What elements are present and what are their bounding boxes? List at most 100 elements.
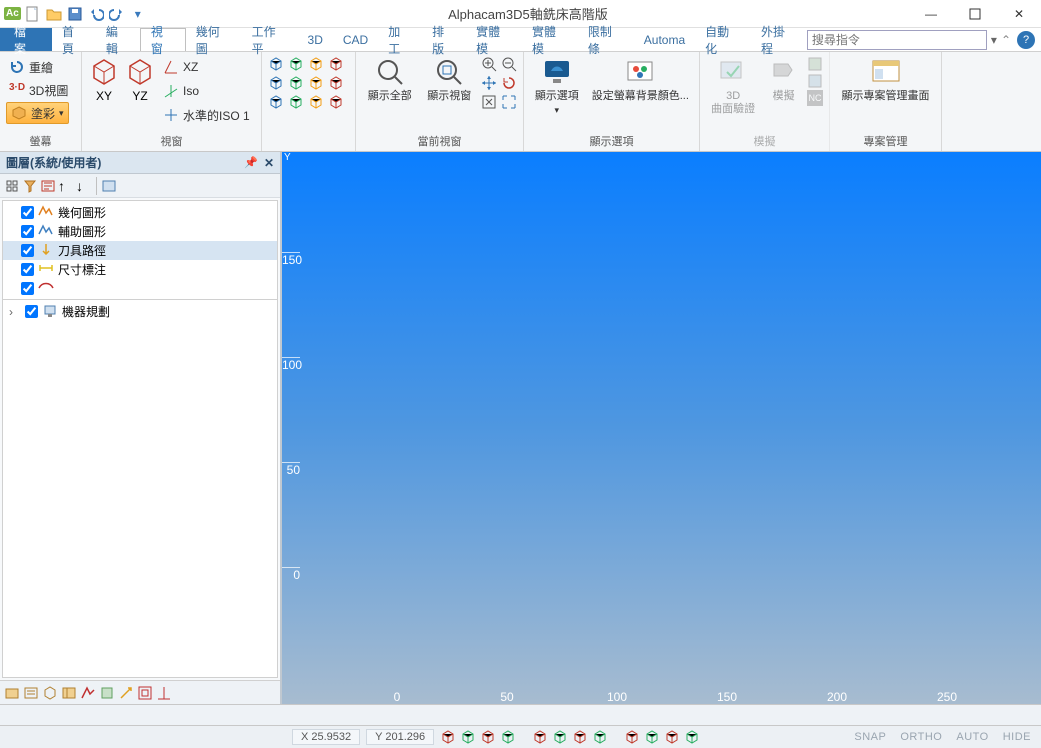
tab-solid1[interactable]: 實體模	[466, 28, 522, 51]
open-folder-icon[interactable]	[45, 5, 63, 23]
level-iso-button[interactable]: 水準的ISO 1	[160, 104, 253, 126]
expand-icon[interactable]: ⌃	[1001, 33, 1011, 47]
sb-cube-6[interactable]	[552, 729, 568, 745]
redraw-button[interactable]: 重繪	[6, 56, 56, 78]
cube-icon-5[interactable]	[268, 75, 284, 91]
cube-icon-10[interactable]	[288, 94, 304, 110]
tree-item-toolpath[interactable]: 刀具路徑	[3, 241, 277, 260]
tree-item-dimension[interactable]: 尺寸標注	[3, 260, 277, 279]
tab-geometry[interactable]: 幾何圖	[186, 28, 242, 51]
sb-cube-12[interactable]	[684, 729, 700, 745]
pan-icon[interactable]	[481, 75, 497, 91]
pin-icon[interactable]: 📌	[244, 156, 258, 169]
zoom-out-icon[interactable]	[501, 56, 517, 72]
tab-home[interactable]: 首頁	[52, 28, 96, 51]
tab-file[interactable]: 檔案	[0, 28, 52, 51]
tab-solid2[interactable]: 實體模	[522, 28, 578, 51]
arrow-up-icon[interactable]: ↑	[58, 178, 74, 194]
show-window-button[interactable]: 顯示視窗	[422, 56, 478, 103]
sim-opt1-icon[interactable]	[807, 56, 823, 72]
tree-item-more[interactable]	[3, 279, 277, 297]
tree-item-construction[interactable]: 輔助圖形	[3, 222, 277, 241]
tab-cad[interactable]: CAD	[333, 28, 378, 51]
search-dropdown-icon[interactable]: ▾	[991, 33, 997, 47]
simulate-button[interactable]: 模擬	[764, 56, 803, 103]
cube-icon-4[interactable]	[328, 56, 344, 72]
layer-checkbox[interactable]	[21, 282, 34, 295]
cube-icon-2[interactable]	[288, 56, 304, 72]
expand-icon[interactable]: ›	[9, 305, 21, 319]
cube-icon-6[interactable]	[288, 75, 304, 91]
cube-icon-9[interactable]	[268, 94, 284, 110]
pb-icon-3[interactable]	[42, 685, 58, 701]
cube-icon-1[interactable]	[268, 56, 284, 72]
show-all-button[interactable]: 顯示全部	[362, 56, 418, 103]
bg-color-button[interactable]: 設定螢幕背景顏色...	[588, 56, 693, 103]
tab-machining[interactable]: 加工	[378, 28, 422, 51]
sb-cube-2[interactable]	[460, 729, 476, 745]
tab-edit[interactable]: 編輯	[96, 28, 140, 51]
sb-cube-7[interactable]	[572, 729, 588, 745]
undo-icon[interactable]	[87, 5, 105, 23]
tb-icon-2[interactable]	[22, 178, 38, 194]
tree-item-geometry[interactable]: 幾何圖形	[3, 203, 277, 222]
layer-checkbox[interactable]	[21, 206, 34, 219]
pb-icon-7[interactable]	[118, 685, 134, 701]
layer-checkbox[interactable]	[25, 305, 38, 318]
status-snap[interactable]: SNAP	[850, 731, 890, 743]
panel-close-icon[interactable]: ✕	[264, 156, 274, 170]
qat-customize-icon[interactable]: ▾	[129, 5, 147, 23]
layer-checkbox[interactable]	[21, 244, 34, 257]
tab-nesting[interactable]: 排版	[422, 28, 466, 51]
project-manager-button[interactable]: 顯示專案管理畫面	[836, 56, 935, 103]
layer-checkbox[interactable]	[21, 263, 34, 276]
maximize-button[interactable]	[953, 0, 997, 28]
tab-addins[interactable]: 外掛程	[751, 28, 807, 51]
sim-opt2-icon[interactable]	[807, 73, 823, 89]
display-options-button[interactable]: 顯示選項 ▾	[530, 56, 584, 116]
pb-icon-8[interactable]	[137, 685, 153, 701]
pb-icon-9[interactable]	[156, 685, 172, 701]
tb-icon-3[interactable]	[40, 178, 56, 194]
help-icon[interactable]: ?	[1017, 31, 1035, 49]
arrow-down-icon[interactable]: ↓	[76, 178, 92, 194]
iso-button[interactable]: Iso	[160, 80, 253, 102]
status-ortho[interactable]: ORTHO	[896, 731, 946, 743]
pb-icon-1[interactable]	[4, 685, 20, 701]
tb-icon-4[interactable]	[101, 178, 117, 194]
status-auto[interactable]: AUTO	[952, 731, 992, 743]
surface-verify-button[interactable]: 3D 曲面驗證	[706, 56, 760, 116]
close-button[interactable]: ✕	[997, 0, 1041, 28]
xz-button[interactable]: XZ	[160, 56, 253, 78]
tab-constraint[interactable]: 限制條	[578, 28, 634, 51]
tab-view[interactable]: 視窗	[140, 28, 186, 51]
layer-tree[interactable]: 幾何圖形 輔助圖形 刀具路徑 尺寸標注	[2, 200, 278, 678]
pb-icon-6[interactable]	[99, 685, 115, 701]
extent-icon[interactable]	[501, 94, 517, 110]
search-input[interactable]	[807, 30, 987, 50]
sim-opt3-icon[interactable]: NC	[807, 90, 823, 106]
tab-3d[interactable]: 3D	[298, 28, 333, 51]
pb-icon-4[interactable]	[61, 685, 77, 701]
cube-icon-12[interactable]	[328, 94, 344, 110]
cube-yz-icon[interactable]	[124, 56, 156, 88]
new-doc-icon[interactable]	[24, 5, 42, 23]
sb-cube-4[interactable]	[500, 729, 516, 745]
pb-icon-5[interactable]	[80, 685, 96, 701]
drawing-viewport[interactable]: Y 150 100 50 0 0 50 100 150 200 250	[282, 152, 1041, 704]
sb-cube-11[interactable]	[664, 729, 680, 745]
tree-item-machine[interactable]: › 機器規劃	[3, 302, 277, 321]
tab-automation[interactable]: Automa	[634, 28, 695, 51]
redo-icon[interactable]	[108, 5, 126, 23]
sb-cube-10[interactable]	[644, 729, 660, 745]
sb-cube-9[interactable]	[624, 729, 640, 745]
layer-checkbox[interactable]	[21, 225, 34, 238]
minimize-button[interactable]: —	[909, 0, 953, 28]
sb-cube-1[interactable]	[440, 729, 456, 745]
cube-icon-8[interactable]	[328, 75, 344, 91]
3d-view-button[interactable]: 3·D 3D視圖	[6, 79, 71, 101]
cube-icon-7[interactable]	[308, 75, 324, 91]
sb-cube-3[interactable]	[480, 729, 496, 745]
sb-cube-8[interactable]	[592, 729, 608, 745]
tab-workplane[interactable]: 工作平	[242, 28, 298, 51]
